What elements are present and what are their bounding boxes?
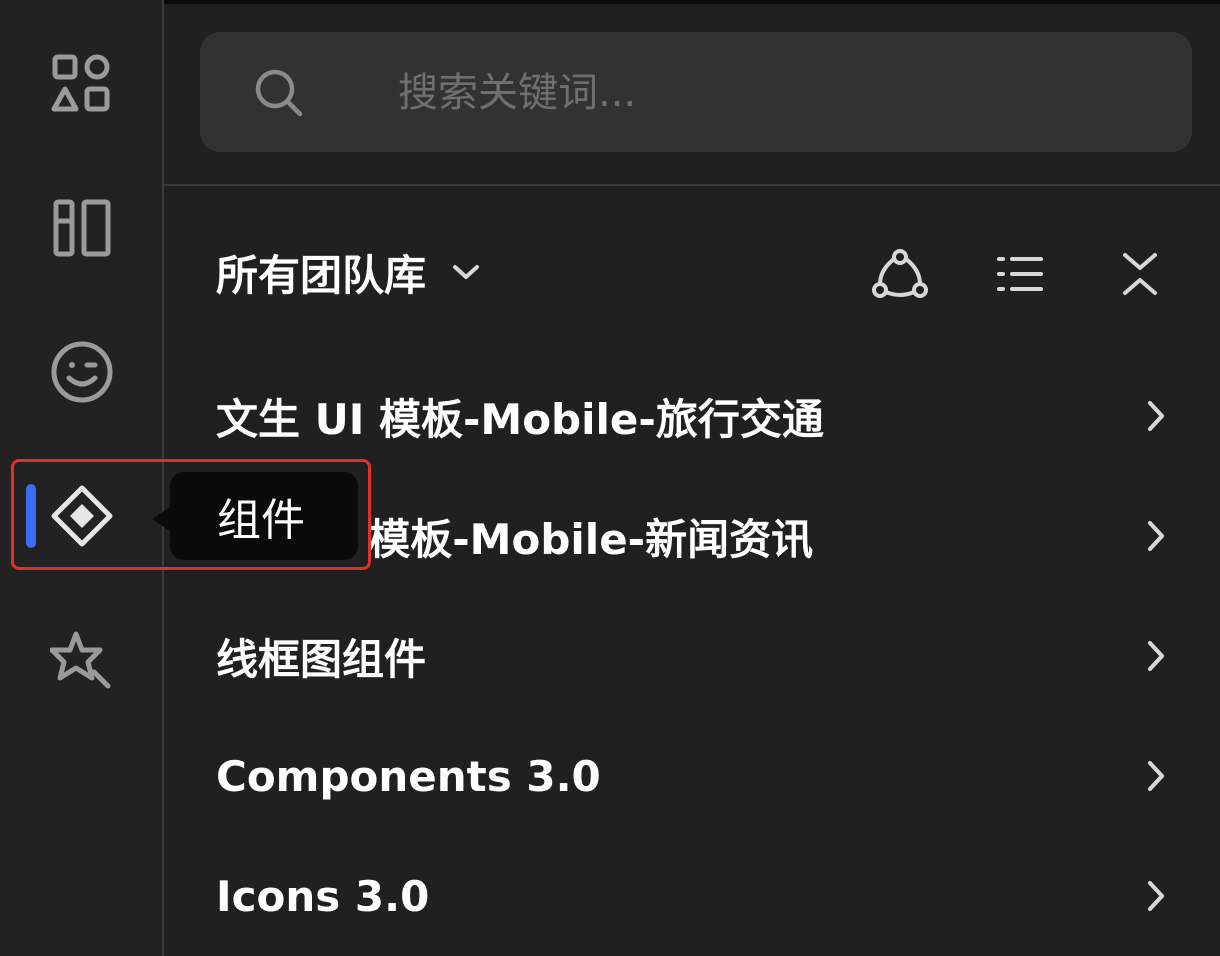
list-item[interactable]: Components 3.0: [216, 726, 1176, 826]
tooltip-label: 组件: [217, 495, 305, 546]
star-wand-icon: [50, 631, 111, 689]
chevron-right-icon: [1136, 519, 1176, 553]
list-icon: [997, 257, 1043, 291]
collapse-arrows-icon: [1123, 253, 1157, 295]
active-rail-indicator: [26, 484, 36, 548]
list-item-label: 文生 UI 模板-Mobile-旅行交通: [216, 394, 824, 444]
rail-tooltip: 组件: [152, 472, 358, 560]
list-item-label: Components 3.0: [216, 751, 601, 801]
list-item-label: Icons 3.0: [216, 871, 430, 921]
collapse-button[interactable]: [1110, 244, 1170, 304]
rail-item-shapes[interactable]: [0, 24, 164, 144]
list-item[interactable]: 文生 UI 模板-Mobile-旅行交通: [216, 366, 1176, 466]
component-icon: [51, 485, 113, 547]
list-item[interactable]: I 模板-Mobile-新闻资讯: [216, 486, 1176, 586]
chevron-right-icon: [1136, 639, 1176, 673]
search-bar[interactable]: [200, 32, 1192, 152]
chevron-right-icon: [1136, 759, 1176, 793]
rail-item-components[interactable]: [0, 456, 164, 576]
list-item[interactable]: 线框图组件: [216, 606, 1176, 706]
emoji-icon: [51, 341, 113, 403]
shapes-icon: [51, 54, 110, 112]
team-share-button[interactable]: [870, 244, 930, 304]
list-view-button[interactable]: [990, 244, 1050, 304]
chevron-down-icon: [452, 263, 480, 281]
header-divider: [164, 184, 1220, 186]
rail-item-emoji[interactable]: [0, 312, 164, 432]
search-icon: [254, 68, 304, 118]
layout-icon: [53, 199, 111, 257]
rail-item-ai-star[interactable]: [0, 600, 164, 720]
library-selector-label: 所有团队库: [216, 250, 427, 300]
chevron-right-icon: [1136, 879, 1176, 913]
library-selector[interactable]: 所有团队库: [216, 232, 480, 312]
search-input[interactable]: [396, 58, 1160, 128]
rail-item-layout[interactable]: [0, 168, 164, 288]
left-icon-rail: [0, 0, 164, 956]
list-item[interactable]: Icons 3.0: [216, 846, 1176, 946]
share-network-icon: [872, 249, 928, 298]
chevron-right-icon: [1136, 399, 1176, 433]
list-item-label: 线框图组件: [216, 634, 427, 684]
